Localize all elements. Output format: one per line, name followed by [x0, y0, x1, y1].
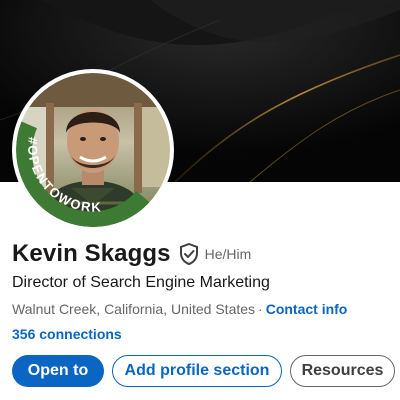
profile-card: #OPENTOWORK Kevin Skaggs He/Him Director… — [0, 0, 400, 400]
avatar[interactable]: #OPENTOWORK — [16, 73, 170, 227]
separator: · — [258, 301, 263, 317]
avatar-frame[interactable]: #OPENTOWORK — [12, 69, 174, 231]
add-profile-section-button[interactable]: Add profile section — [112, 355, 282, 387]
profile-name: Kevin Skaggs — [12, 240, 171, 267]
location: Walnut Creek, California, United States — [12, 301, 256, 317]
location-row: Walnut Creek, California, United States ·… — [12, 301, 347, 317]
contact-info-link[interactable]: Contact info — [266, 301, 348, 317]
shield-check-icon[interactable] — [179, 243, 199, 265]
profile-headline: Director of Search Engine Marketing — [12, 274, 270, 291]
pronouns: He/Him — [204, 246, 252, 262]
connections-link[interactable]: 356 connections — [12, 326, 122, 342]
resources-button[interactable]: Resources — [290, 355, 395, 387]
name-row: Kevin Skaggs He/Him — [12, 240, 251, 268]
open-to-button[interactable]: Open to — [12, 355, 104, 387]
